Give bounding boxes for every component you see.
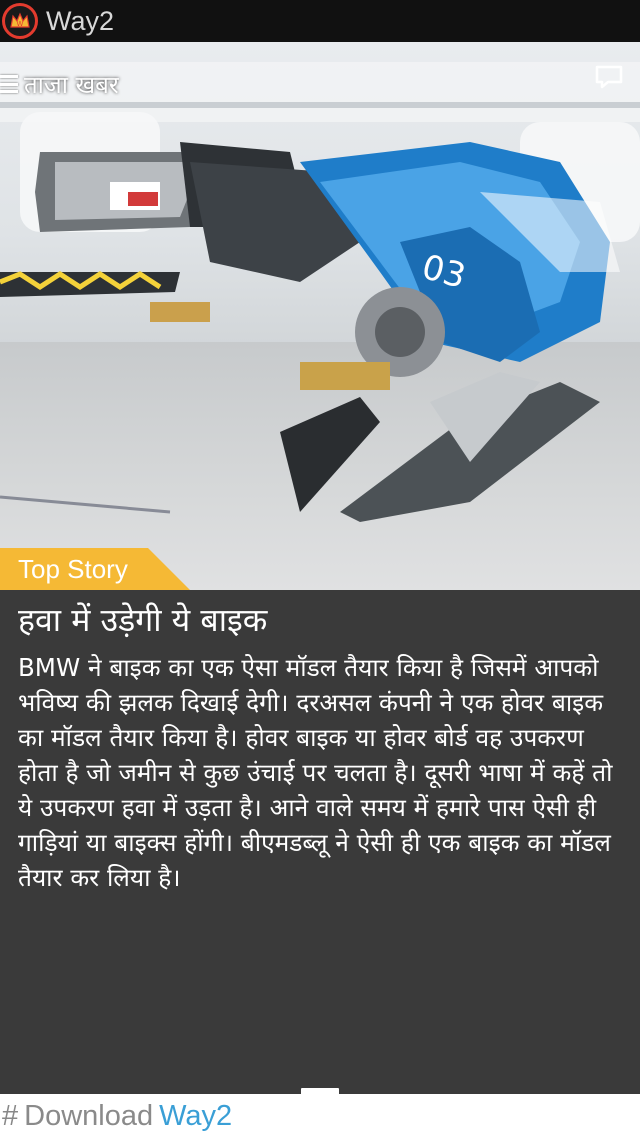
app-bar: W Way2 xyxy=(0,0,640,42)
badge-label: Top Story xyxy=(18,553,128,584)
hover-bike-illustration: 03 xyxy=(0,62,640,522)
download-footer[interactable]: # Download Way2 xyxy=(0,1094,640,1138)
app-title: Way2 xyxy=(46,5,115,36)
menu-button[interactable]: ताजा खबर xyxy=(0,68,119,100)
comment-icon[interactable] xyxy=(594,64,624,90)
menu-label: ताजा खबर xyxy=(24,70,119,99)
crown-logo-icon: W xyxy=(2,3,38,39)
hamburger-icon xyxy=(0,75,18,93)
article-card[interactable]: हवा में उड़ेगी ये बाइक BMW ने बाइक का एक… xyxy=(0,590,640,1094)
hero-image[interactable]: 03 ताजा खबर xyxy=(0,42,640,590)
footer-hash: # xyxy=(2,1099,19,1132)
footer-brand: Way2 xyxy=(159,1099,233,1132)
article-headline: हवा में उड़ेगी ये बाइक xyxy=(18,601,268,639)
article-body: BMW ने बाइक का एक ऐसा मॉडल तैयार किया है… xyxy=(18,653,613,892)
svg-text:W: W xyxy=(17,20,24,28)
footer-download-text: Download xyxy=(24,1099,154,1132)
